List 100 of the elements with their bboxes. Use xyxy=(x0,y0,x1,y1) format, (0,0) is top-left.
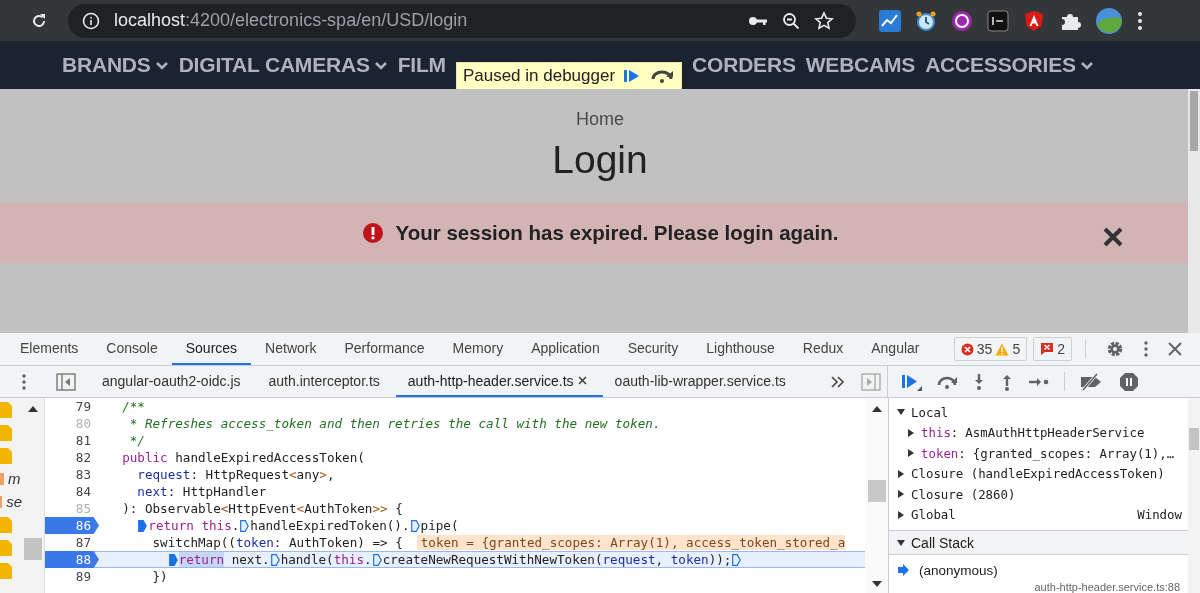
nav-link[interactable]: BRANDS xyxy=(62,53,169,78)
info-icon[interactable] xyxy=(82,11,100,30)
expand-arrow-icon[interactable] xyxy=(897,408,905,417)
expand-arrow-icon[interactable] xyxy=(897,469,905,478)
line-number[interactable]: 83 xyxy=(45,466,99,483)
terminal-extension-icon[interactable] xyxy=(987,9,1009,32)
property-name: token xyxy=(921,445,959,461)
frame-location[interactable]: auth-http-header.service.ts:88 xyxy=(1034,581,1180,593)
section-header[interactable]: Call Stack xyxy=(889,530,1188,555)
panel-tab[interactable]: Elements xyxy=(6,333,93,365)
pause-on-exceptions-icon[interactable] xyxy=(1119,371,1139,392)
expand-arrow-icon[interactable] xyxy=(907,428,915,437)
scrollbar-thumb[interactable] xyxy=(24,538,42,560)
more-icon[interactable] xyxy=(22,373,26,390)
line-number[interactable]: 81 xyxy=(45,432,99,449)
expand-arrow-icon[interactable] xyxy=(897,538,905,547)
file-name[interactable]: m xyxy=(8,470,21,487)
settings-icon[interactable] xyxy=(1106,340,1124,358)
scope-label[interactable]: Local xyxy=(911,404,949,420)
close-icon[interactable] xyxy=(1102,226,1124,249)
panel-tab[interactable]: Angular xyxy=(857,333,934,365)
breakpoint-marker-icon[interactable] xyxy=(372,553,382,566)
file-tab[interactable]: auth-http-header.service.ts xyxy=(395,366,603,397)
expand-arrow-icon[interactable] xyxy=(907,449,915,458)
panel-tab[interactable]: Application xyxy=(517,333,614,365)
code-line: }) xyxy=(151,568,168,585)
alert-message: Your session has expired. Please login again. xyxy=(395,220,839,245)
scroll-up-arrow-icon[interactable] xyxy=(28,406,38,412)
console-counts-badge[interactable]: 35 5 xyxy=(953,337,1028,361)
breakpoint-marker-icon[interactable] xyxy=(138,519,148,532)
close-icon[interactable] xyxy=(1168,342,1182,356)
line-number[interactable]: 87 xyxy=(45,534,99,551)
chevron-down-icon[interactable] xyxy=(154,61,169,72)
chart-extension-icon[interactable] xyxy=(879,9,901,32)
line-number[interactable]: 82 xyxy=(45,449,99,466)
resume-icon[interactable] xyxy=(900,372,922,391)
chevron-down-icon[interactable] xyxy=(1079,61,1094,72)
warning-count: 5 xyxy=(1012,341,1021,357)
clock-extension-icon[interactable] xyxy=(915,9,937,32)
nav-link[interactable]: CORDERS xyxy=(692,53,796,78)
code-line: next: HttpHandler xyxy=(136,483,267,500)
nav-link[interactable]: WEBCAMS xyxy=(805,53,916,78)
scrollbar[interactable] xyxy=(1188,398,1200,593)
shield-extension-icon[interactable] xyxy=(1023,9,1045,32)
expand-arrow-icon[interactable] xyxy=(897,510,905,519)
property-value: AsmAuthHttpHeaderService xyxy=(965,425,1145,441)
code-line: /** xyxy=(121,398,145,415)
breakpoint-marker-icon[interactable] xyxy=(270,553,280,566)
overflow-chevron-icon[interactable] xyxy=(831,375,845,388)
line-number[interactable]: 84 xyxy=(45,483,99,500)
panel-tab[interactable]: Lighthouse xyxy=(692,333,789,365)
scope-label[interactable]: Closure (handleExpiredAccessToken) xyxy=(911,466,1165,482)
code-line: switchMap((token: AuthToken) => { token = {granted_scopes: Array(1), access_token_stored_a xyxy=(151,534,846,551)
menu-icon[interactable] xyxy=(1137,10,1143,31)
breadcrumb[interactable]: Home xyxy=(576,109,624,131)
property-colon: : xyxy=(958,445,966,461)
address-bar[interactable]: localhost:4200/electronics-spa/en/USD/login xyxy=(68,3,856,38)
panel-tab[interactable]: Memory xyxy=(438,333,518,365)
zoom-out-icon[interactable] xyxy=(782,11,800,30)
avatar-icon[interactable] xyxy=(1095,6,1123,35)
file-tab[interactable]: angular-oauth2-oidc.js xyxy=(90,366,257,397)
scrollbar[interactable] xyxy=(1188,89,1200,333)
breakpoint-marker-icon[interactable] xyxy=(410,519,420,532)
section-title: Call Stack xyxy=(911,534,975,551)
panel-tab[interactable]: Console xyxy=(92,333,172,365)
scope-label[interactable]: Global xyxy=(911,507,956,523)
panel-tab[interactable]: Network xyxy=(251,333,331,365)
file-name[interactable]: se xyxy=(6,493,22,510)
more-icon[interactable] xyxy=(1144,341,1148,357)
frame-name[interactable]: (anonymous) xyxy=(919,562,998,578)
line-number[interactable]: 86 xyxy=(45,517,99,534)
close-icon[interactable] xyxy=(577,376,587,385)
line-number[interactable]: 88 xyxy=(45,551,99,568)
scroll-down-arrow-icon[interactable] xyxy=(871,581,882,587)
breakpoint-marker-icon[interactable] xyxy=(240,519,250,532)
line-number[interactable]: 79 xyxy=(45,398,99,415)
nav-link[interactable]: ACCESSORIES xyxy=(925,53,1094,78)
panel-tab[interactable]: Redux xyxy=(788,333,858,365)
reload-icon[interactable] xyxy=(30,11,48,30)
panel-tab[interactable]: Performance xyxy=(330,333,439,365)
issues-badge[interactable]: 2 xyxy=(1033,337,1072,361)
expand-arrow-icon[interactable] xyxy=(897,490,905,499)
code-line: return next. handle(this. createNewRequestWithNewToken(request, token)); xyxy=(107,551,743,568)
circle-extension-icon[interactable] xyxy=(951,9,973,32)
star-icon[interactable] xyxy=(814,10,834,31)
scrollbar-thumb[interactable] xyxy=(867,480,886,502)
toggle-sidebar-icon[interactable] xyxy=(861,372,881,391)
scope-label[interactable]: Closure (2860) xyxy=(911,486,1016,502)
breakpoint-marker-icon[interactable] xyxy=(732,553,742,566)
line-number[interactable]: 89 xyxy=(45,568,99,585)
property-colon: : xyxy=(950,425,959,441)
scroll-up-arrow-icon[interactable] xyxy=(871,406,882,412)
nav-link[interactable]: FILM xyxy=(397,53,446,78)
panel-tab[interactable]: Security xyxy=(613,333,693,365)
toggle-navigator-icon[interactable] xyxy=(56,372,76,391)
nav-link[interactable]: DIGITAL CAMERAS xyxy=(178,53,388,78)
file-tab[interactable]: oauth-lib-wrapper.service.ts xyxy=(602,366,802,397)
issue-count: 2 xyxy=(1057,341,1065,357)
chevron-down-icon[interactable] xyxy=(373,61,388,72)
file-tab[interactable]: auth.interceptor.ts xyxy=(256,366,396,397)
